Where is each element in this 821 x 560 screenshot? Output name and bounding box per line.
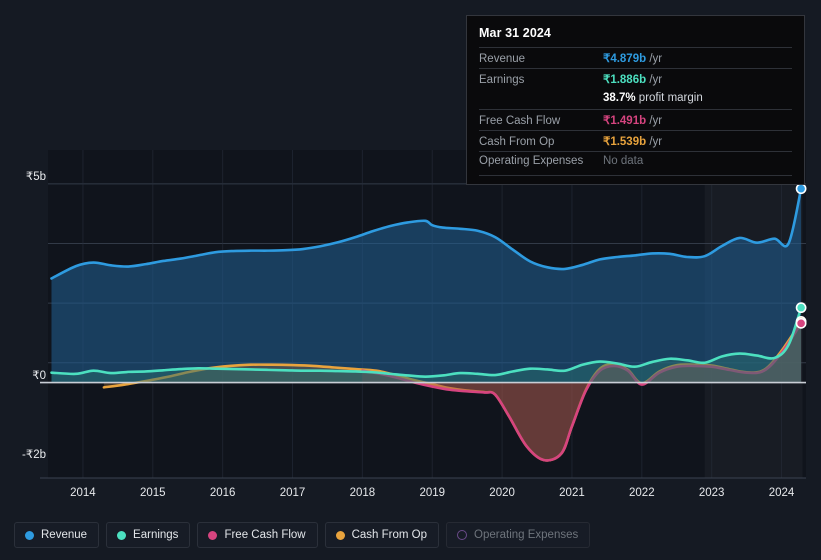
x-axis-tick-label: 2014 (70, 487, 96, 499)
x-axis-tick-label: 2017 (280, 487, 306, 499)
legend-swatch-icon (336, 531, 345, 540)
legend-item-label: Cash From Op (352, 529, 427, 541)
tooltip-row-suffix: /yr (646, 136, 662, 148)
tooltip-row-label: Revenue (479, 53, 603, 65)
legend-item-label: Free Cash Flow (224, 529, 305, 541)
tooltip-row-value: ₹4.879b /yr (603, 51, 662, 65)
legend-item-operating-expenses[interactable]: Operating Expenses (446, 522, 590, 548)
legend-item-revenue[interactable]: Revenue (14, 522, 99, 548)
legend-item-label: Earnings (133, 529, 178, 541)
tooltip-row-label: Cash From Op (479, 136, 603, 148)
legend-item-label: Revenue (41, 529, 87, 541)
y-axis-tick-label: -₹2b (2, 447, 46, 461)
legend-item-free-cash-flow[interactable]: Free Cash Flow (197, 522, 317, 548)
tooltip-row: Operating ExpensesNo data (479, 151, 792, 172)
tooltip-row-suffix: /yr (646, 74, 662, 86)
x-axis-tick-label: 2022 (629, 487, 655, 499)
tooltip-row-label: Earnings (479, 74, 603, 86)
tooltip-row-value: ₹1.491b /yr (603, 113, 662, 127)
legend-item-earnings[interactable]: Earnings (106, 522, 190, 548)
tooltip-divider (479, 175, 792, 176)
tooltip-row-amount: ₹4.879b (603, 53, 646, 65)
x-axis-tick-label: 2023 (699, 487, 725, 499)
x-axis-tick-label: 2021 (559, 487, 585, 499)
y-axis-tick-label: ₹5b (2, 169, 46, 183)
tooltip-row: Free Cash Flow₹1.491b /yr (479, 109, 792, 130)
chart-legend: Revenue Earnings Free Cash Flow Cash From O… (0, 510, 821, 560)
x-axis-tick-label: 2018 (350, 487, 376, 499)
tooltip-row-label: Operating Expenses (479, 155, 603, 167)
legend-swatch-icon (117, 531, 126, 540)
endpoint-marker-free-cash-flow (797, 319, 806, 328)
tooltip-row-amount: ₹1.491b (603, 115, 646, 127)
tooltip-row-suffix: profit margin (636, 92, 703, 104)
tooltip-date: Mar 31 2024 (479, 25, 792, 47)
tooltip-rows: Revenue₹4.879b /yrEarnings₹1.886b /yr38.… (479, 47, 792, 172)
x-axis-tick-label: 2019 (419, 487, 445, 499)
tooltip-row-value: ₹1.539b /yr (603, 134, 662, 148)
tooltip-row: 38.7% profit margin (479, 89, 792, 109)
tooltip-row-suffix: /yr (646, 53, 662, 65)
legend-swatch-icon (457, 530, 467, 540)
tooltip-row-amount: ₹1.886b (603, 74, 646, 86)
y-axis-tick-label: ₹0 (2, 368, 46, 382)
x-axis: 2014 2015 2016 2017 2018 2019 2020 2021 2022 2023… (0, 483, 821, 505)
tooltip-row-amount: ₹1.539b (603, 136, 646, 148)
x-axis-tick-label: 2020 (489, 487, 515, 499)
tooltip-row: Cash From Op₹1.539b /yr (479, 130, 792, 151)
tooltip-row: Earnings₹1.886b /yr (479, 68, 792, 89)
tooltip-row: Revenue₹4.879b /yr (479, 47, 792, 68)
x-axis-tick-label: 2016 (210, 487, 236, 499)
endpoint-marker-revenue (797, 184, 806, 193)
tooltip-row-value: ₹1.886b /yr (603, 72, 662, 86)
tooltip-row-label: Free Cash Flow (479, 115, 603, 127)
legend-item-label: Operating Expenses (474, 529, 578, 541)
endpoint-marker-earnings (797, 303, 806, 312)
tooltip-row-value: 38.7% profit margin (603, 92, 703, 104)
legend-swatch-icon (25, 531, 34, 540)
chart-tooltip: Mar 31 2024 Revenue₹4.879b /yrEarnings₹1… (466, 15, 805, 185)
tooltip-row-value: No data (603, 155, 643, 167)
legend-swatch-icon (208, 531, 217, 540)
tooltip-row-amount: 38.7% (603, 92, 636, 104)
x-axis-tick-label: 2015 (140, 487, 166, 499)
x-axis-tick-label: 2024 (769, 487, 795, 499)
legend-item-cash-from-op[interactable]: Cash From Op (325, 522, 439, 548)
y-axis: ₹5b ₹0 -₹2b (0, 0, 46, 508)
tooltip-row-suffix: /yr (646, 115, 662, 127)
